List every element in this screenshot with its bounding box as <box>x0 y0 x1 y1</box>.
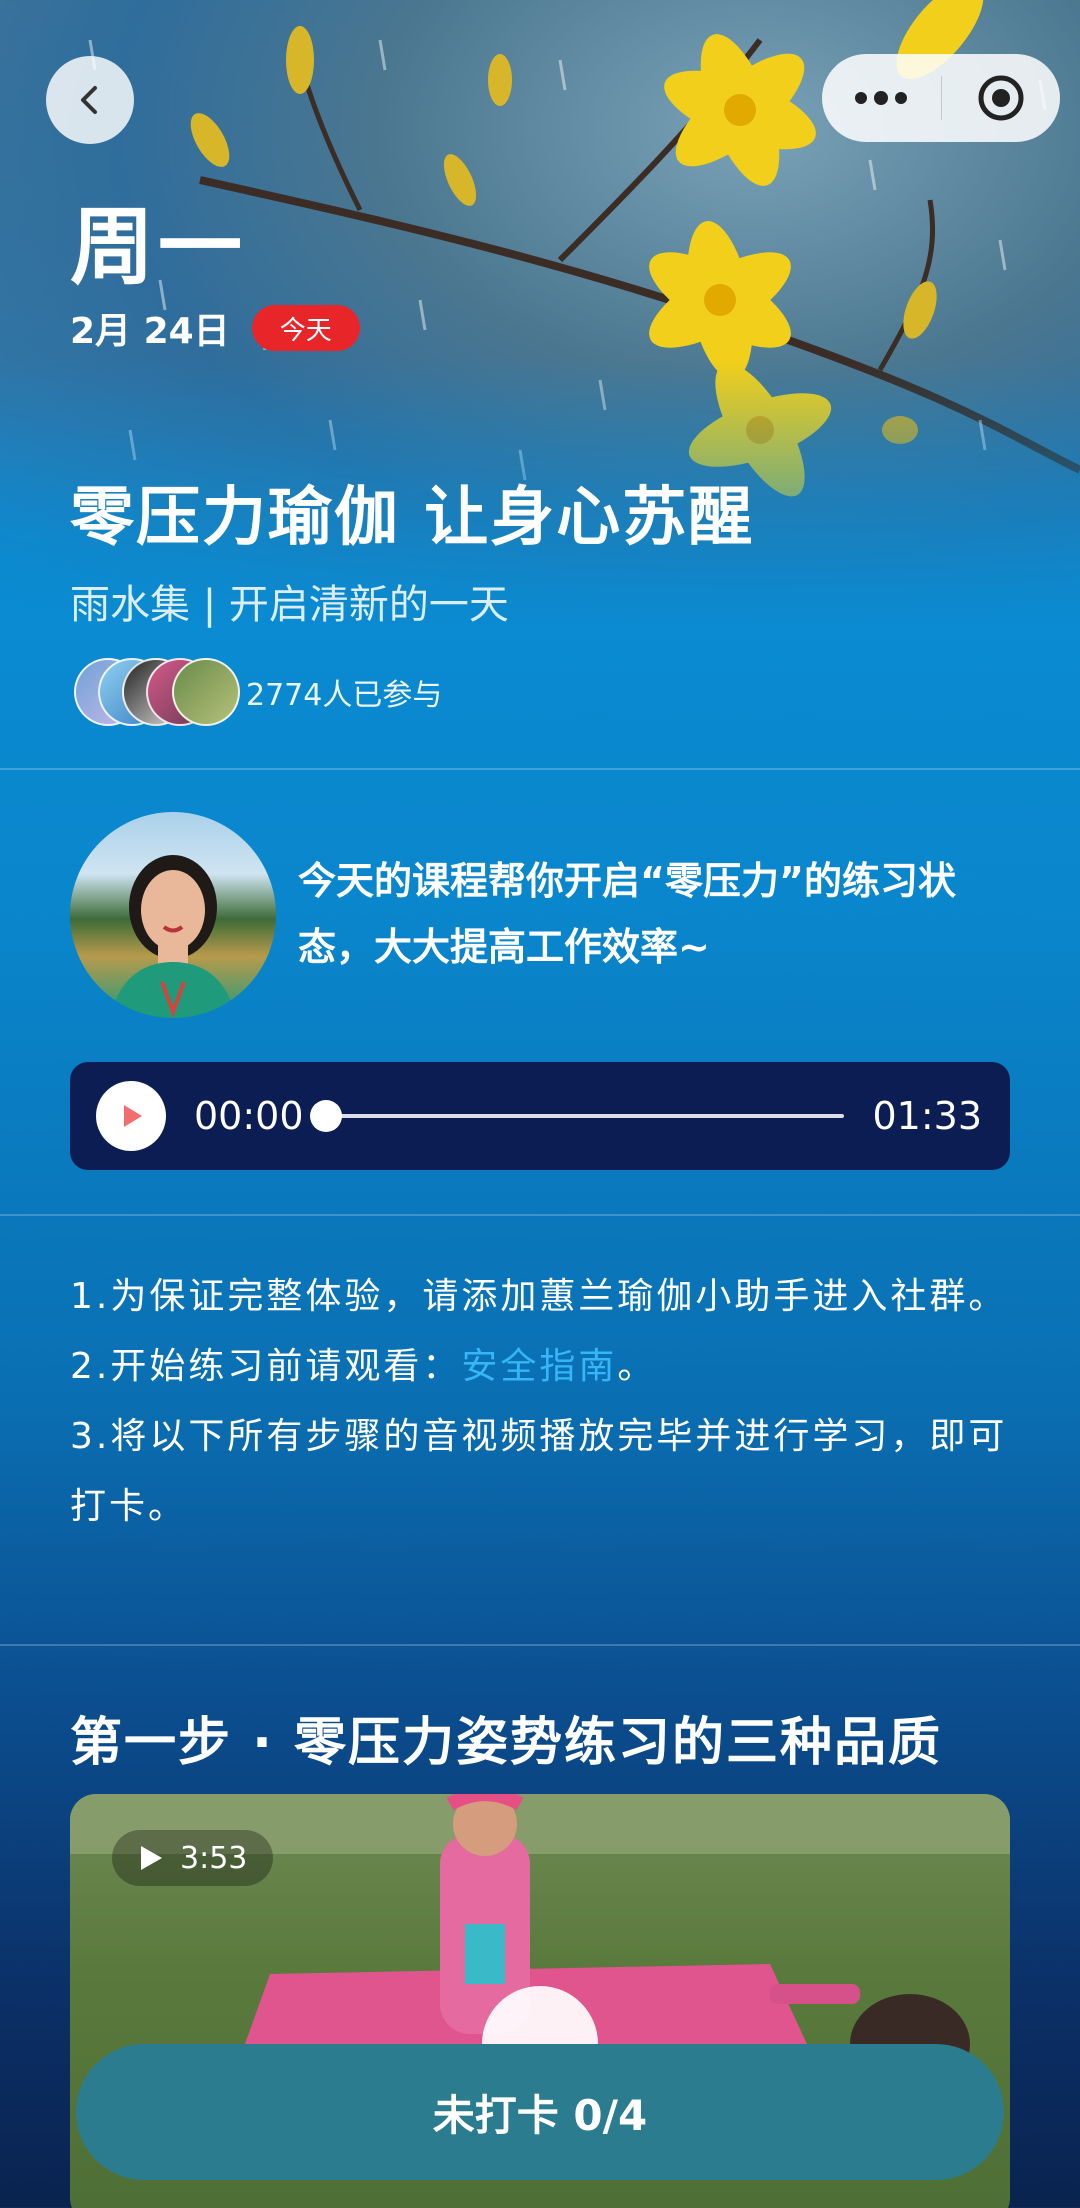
step-1-title: 第一步 · 零压力姿势练习的三种品质 <box>70 1713 942 1773</box>
teacher-avatar <box>70 812 276 1018</box>
video-duration: 3:53 <box>180 1840 248 1876</box>
audio-player: 00:00 01:33 <box>70 1062 1010 1170</box>
participant-avatars <box>74 658 244 726</box>
rules-list: 1.为保证完整体验，请添加蕙兰瑜伽小助手进入社群。 2.开始练习前请观看：安全指… <box>70 1262 1020 1542</box>
close-button[interactable] <box>942 54 1061 142</box>
divider <box>0 768 1080 770</box>
play-icon <box>141 1846 162 1870</box>
video-duration-badge: 3:53 <box>112 1830 274 1886</box>
participants-count: 2774人已参与 <box>246 678 443 713</box>
target-close-icon <box>978 75 1024 121</box>
rule-2: 2.开始练习前请观看：安全指南。 <box>70 1332 1020 1402</box>
more-button[interactable] <box>822 54 941 142</box>
audio-total-time: 01:33 <box>872 1094 982 1138</box>
checkin-button[interactable]: 未打卡 0/4 <box>76 2044 1004 2180</box>
back-button[interactable] <box>46 56 134 144</box>
rule-2-suffix: 。 <box>617 1346 657 1387</box>
mini-program-capsule <box>822 54 1060 142</box>
date-row: 2月 24日 今天 <box>70 302 360 354</box>
audio-play-button[interactable] <box>96 1081 166 1151</box>
rule-1: 1.为保证完整体验，请添加蕙兰瑜伽小助手进入社群。 <box>70 1276 1008 1317</box>
rule-2-prefix: 2.开始练习前请观看： <box>70 1346 462 1387</box>
avatar <box>172 658 240 726</box>
course-subtitle: 雨水集 | 开启清新的一天 <box>70 582 509 628</box>
more-dots-icon <box>855 91 908 105</box>
participants-row: 2774人已参与 <box>74 658 442 726</box>
teacher-portrait <box>110 855 236 1018</box>
course-title: 零压力瑜伽 让身心苏醒 <box>70 481 755 555</box>
date-label: 2月 24日 <box>70 311 230 352</box>
course-intro: 今天的课程帮你开启“零压力”的练习状态，大大提高工作效率~ <box>298 859 956 969</box>
audio-progress-track[interactable] <box>310 1100 844 1132</box>
audio-progress-knob[interactable] <box>310 1100 342 1132</box>
play-icon <box>124 1105 142 1127</box>
chevron-left-icon <box>81 86 97 114</box>
today-badge: 今天 <box>251 305 360 351</box>
divider <box>0 1214 1080 1216</box>
audio-current-time: 00:00 <box>194 1094 304 1138</box>
weekday-label: 周一 <box>70 198 247 296</box>
safety-guide-link[interactable]: 安全指南 <box>461 1346 617 1387</box>
divider <box>0 1644 1080 1646</box>
rule-3: 3.将以下所有步骤的音视频播放完毕并进行学习，即可打卡。 <box>70 1416 1008 1527</box>
